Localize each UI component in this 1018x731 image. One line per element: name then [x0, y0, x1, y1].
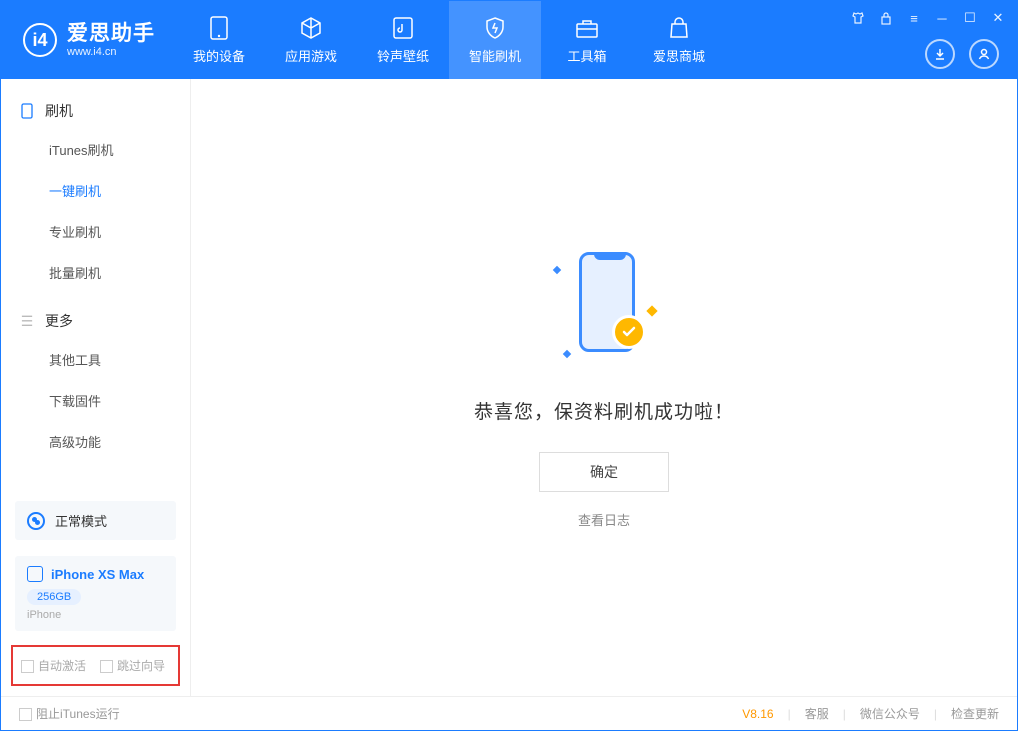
nav-toolbox[interactable]: 工具箱 — [541, 1, 633, 79]
footer-link-wechat[interactable]: 微信公众号 — [860, 705, 920, 722]
device-type: iPhone — [27, 609, 164, 621]
sidebar-section-flash: 刷机 — [1, 93, 190, 129]
checkbox-auto-activate[interactable]: 自动激活 — [21, 657, 86, 674]
logo-icon: i4 — [23, 23, 57, 57]
nav: 我的设备 应用游戏 铃声壁纸 智能刷机 工具箱 爱思商城 — [173, 1, 725, 79]
sidebar-item-other-tools[interactable]: 其他工具 — [1, 339, 190, 380]
nav-label: 智能刷机 — [469, 46, 521, 65]
device-capacity: 256GB — [27, 589, 81, 605]
section-title: 刷机 — [45, 101, 73, 121]
device-icon — [205, 16, 233, 40]
version-label: V8.16 — [742, 707, 773, 721]
logo-area: i4 爱思助手 www.i4.cn — [1, 1, 173, 79]
shield-icon — [481, 16, 509, 40]
music-file-icon — [389, 16, 417, 40]
header-round-buttons — [925, 39, 999, 69]
footer-right: V8.16 | 客服 | 微信公众号 | 检查更新 — [742, 705, 999, 722]
nav-ringtones[interactable]: 铃声壁纸 — [357, 1, 449, 79]
main-content: 恭喜您，保资料刷机成功啦！ 确定 查看日志 — [191, 79, 1017, 696]
nav-label: 应用游戏 — [285, 46, 337, 65]
footer: 阻止iTunes运行 V8.16 | 客服 | 微信公众号 | 检查更新 — [1, 696, 1017, 730]
device-name-row: iPhone XS Max — [27, 566, 164, 582]
device-box[interactable]: iPhone XS Max 256GB iPhone — [15, 556, 176, 631]
options-highlight-box: 自动激活 跳过向导 — [11, 645, 180, 686]
list-icon: ☰ — [19, 313, 35, 329]
success-message: 恭喜您，保资料刷机成功啦！ — [474, 397, 734, 424]
device-icon — [27, 566, 43, 582]
nav-label: 我的设备 — [193, 46, 245, 65]
download-button[interactable] — [925, 39, 955, 69]
sidebar-section-more: ☰ 更多 — [1, 303, 190, 339]
nav-label: 爱思商城 — [653, 46, 705, 65]
app-subtitle: www.i4.cn — [67, 46, 155, 58]
ok-button[interactable]: 确定 — [539, 452, 669, 492]
mode-label: 正常模式 — [55, 511, 107, 530]
footer-link-support[interactable]: 客服 — [805, 705, 829, 722]
sidebar-item-advanced[interactable]: 高级功能 — [1, 421, 190, 462]
success-illustration — [544, 247, 664, 367]
phone-icon — [19, 103, 35, 119]
body: 刷机 iTunes刷机 一键刷机 专业刷机 批量刷机 ☰ 更多 其他工具 下载固… — [1, 79, 1017, 696]
section-title: 更多 — [45, 311, 73, 331]
app-title: 爱思助手 — [67, 22, 155, 45]
shirt-icon[interactable] — [849, 9, 867, 27]
close-button[interactable]: ✕ — [989, 9, 1007, 27]
maximize-button[interactable]: ☐ — [961, 9, 979, 27]
sidebar-item-itunes-flash[interactable]: iTunes刷机 — [1, 129, 190, 170]
menu-icon[interactable]: ≡ — [905, 9, 923, 27]
nav-store[interactable]: 爱思商城 — [633, 1, 725, 79]
checkbox-block-itunes[interactable]: 阻止iTunes运行 — [19, 705, 120, 722]
minimize-button[interactable]: ─ — [933, 9, 951, 27]
device-name: iPhone XS Max — [51, 567, 144, 582]
nav-label: 铃声壁纸 — [377, 46, 429, 65]
sidebar-item-oneclick-flash[interactable]: 一键刷机 — [1, 170, 190, 211]
check-badge-icon — [612, 315, 646, 349]
nav-smart-flash[interactable]: 智能刷机 — [449, 1, 541, 79]
nav-apps-games[interactable]: 应用游戏 — [265, 1, 357, 79]
sidebar-item-batch-flash[interactable]: 批量刷机 — [1, 252, 190, 293]
app-window: i4 爱思助手 www.i4.cn 我的设备 应用游戏 铃声壁纸 智能刷机 — [0, 0, 1018, 731]
nav-label: 工具箱 — [567, 46, 606, 65]
logo-text: 爱思助手 www.i4.cn — [67, 22, 155, 57]
user-button[interactable] — [969, 39, 999, 69]
window-controls: ≡ ─ ☐ ✕ — [849, 9, 1007, 27]
mode-box[interactable]: 正常模式 — [15, 501, 176, 540]
mode-icon — [27, 512, 45, 530]
header: i4 爱思助手 www.i4.cn 我的设备 应用游戏 铃声壁纸 智能刷机 — [1, 1, 1017, 79]
toolbox-icon — [573, 16, 601, 40]
sidebar: 刷机 iTunes刷机 一键刷机 专业刷机 批量刷机 ☰ 更多 其他工具 下载固… — [1, 79, 191, 696]
lock-icon[interactable] — [877, 9, 895, 27]
cube-icon — [297, 16, 325, 40]
checkbox-skip-guide[interactable]: 跳过向导 — [100, 657, 165, 674]
sidebar-item-pro-flash[interactable]: 专业刷机 — [1, 211, 190, 252]
view-log-link[interactable]: 查看日志 — [578, 510, 630, 529]
sidebar-item-download-firmware[interactable]: 下载固件 — [1, 380, 190, 421]
bag-icon — [665, 16, 693, 40]
nav-my-device[interactable]: 我的设备 — [173, 1, 265, 79]
footer-link-update[interactable]: 检查更新 — [951, 705, 999, 722]
